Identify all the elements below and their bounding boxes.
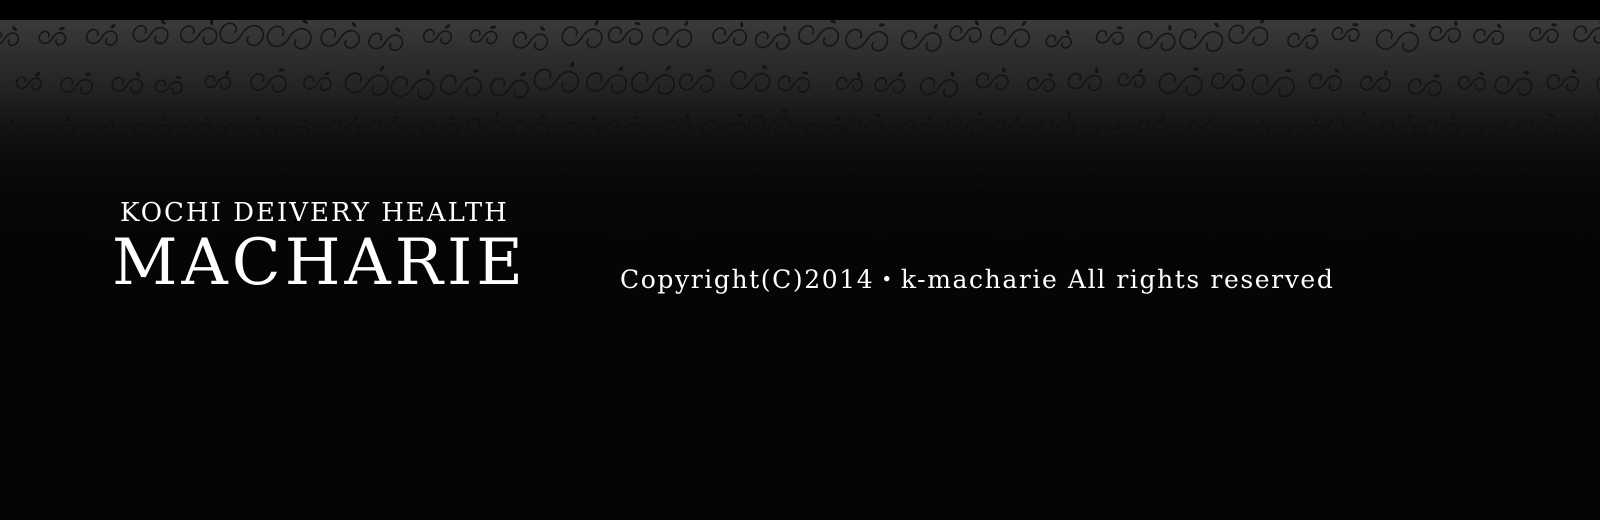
page: KOCHI DEIVERY HEALTH MACHARIE Copyright(… [0, 0, 1600, 520]
brand-title: MACHARIE [112, 226, 527, 300]
copyright-text: Copyright(C)2014・k-macharie All rights r… [620, 265, 1335, 294]
brand-logo[interactable]: KOCHI DEIVERY HEALTH MACHARIE [112, 196, 562, 298]
top-bar [0, 0, 1600, 20]
brand-subtitle: KOCHI DEIVERY HEALTH [120, 198, 509, 228]
